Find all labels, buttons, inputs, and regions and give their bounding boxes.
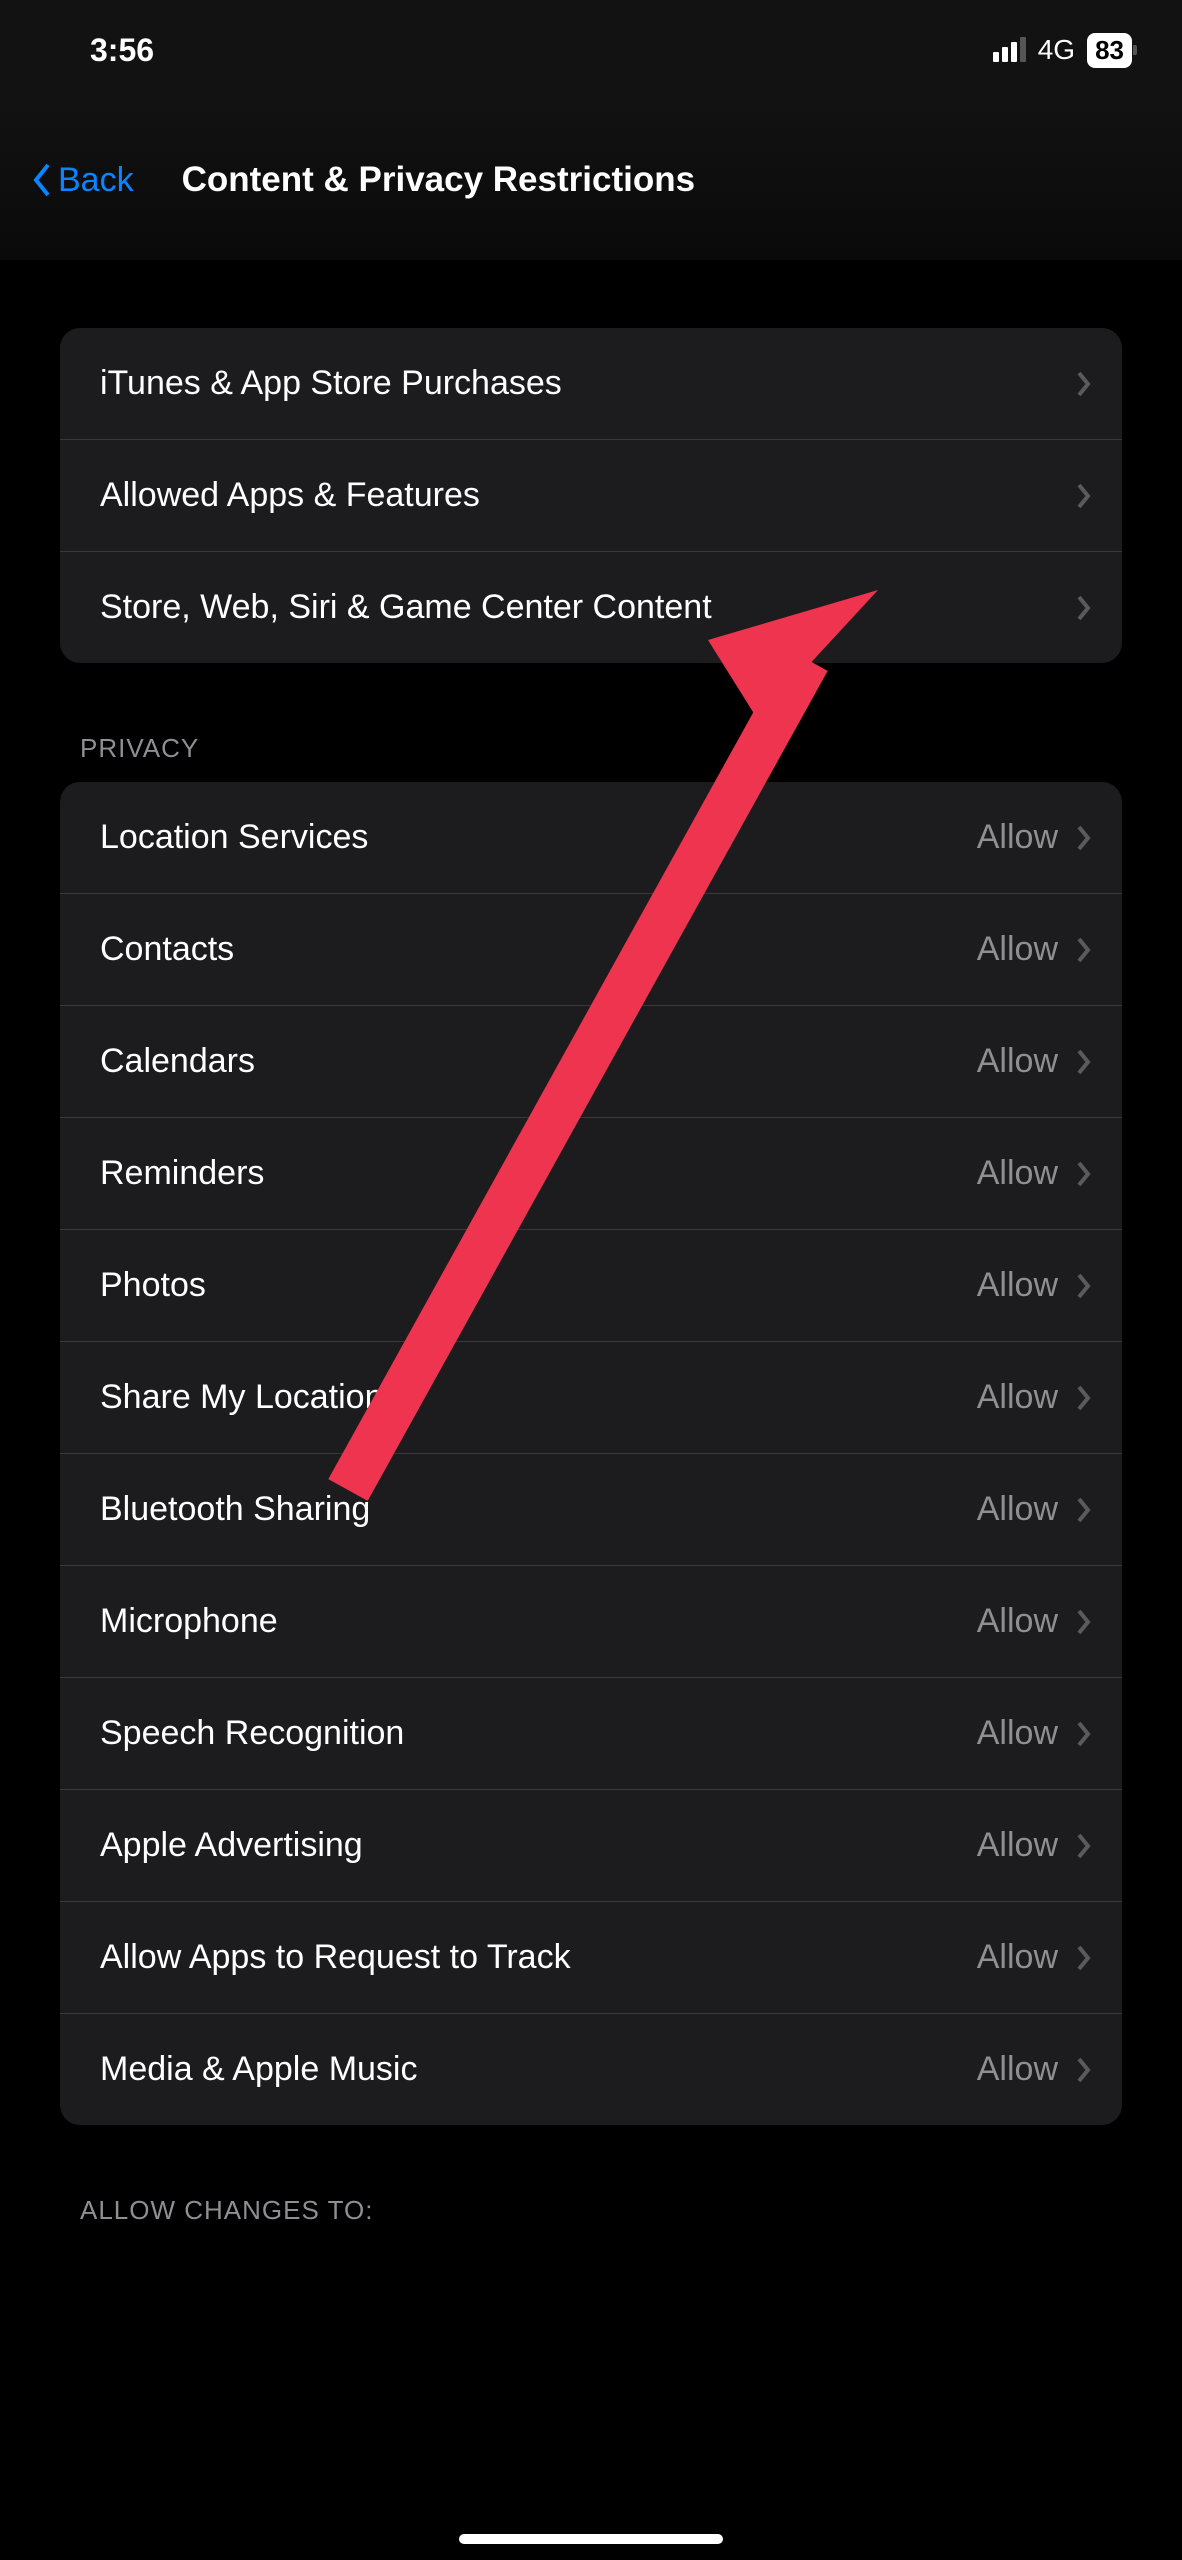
chevron-right-icon	[1076, 824, 1092, 852]
allowed-apps-item[interactable]: Allowed Apps & Features	[60, 440, 1122, 552]
item-label: Microphone	[100, 1602, 278, 1641]
calendars-item[interactable]: Calendars Allow	[60, 1006, 1122, 1118]
signal-icon	[993, 38, 1026, 62]
allow-changes-header: ALLOW CHANGES TO:	[60, 2195, 1122, 2244]
item-value: Allow	[977, 930, 1058, 969]
item-value: Allow	[977, 1602, 1058, 1641]
page-title: Content & Privacy Restrictions	[182, 160, 695, 200]
apple-advertising-item[interactable]: Apple Advertising Allow	[60, 1790, 1122, 1902]
chevron-right-icon	[1076, 594, 1092, 622]
item-label: Calendars	[100, 1042, 255, 1081]
content-restrictions-section: iTunes & App Store Purchases Allowed App…	[60, 328, 1122, 663]
item-label: Contacts	[100, 930, 234, 969]
status-time: 3:56	[90, 32, 154, 69]
chevron-right-icon	[1076, 1608, 1092, 1636]
battery-indicator: 83	[1087, 33, 1132, 68]
item-label: Allow Apps to Request to Track	[100, 1938, 571, 1977]
bluetooth-sharing-item[interactable]: Bluetooth Sharing Allow	[60, 1454, 1122, 1566]
item-value: Allow	[977, 1490, 1058, 1529]
chevron-right-icon	[1076, 936, 1092, 964]
chevron-right-icon	[1076, 1272, 1092, 1300]
item-label: Reminders	[100, 1154, 264, 1193]
allow-apps-track-item[interactable]: Allow Apps to Request to Track Allow	[60, 1902, 1122, 2014]
item-value: Allow	[977, 1154, 1058, 1193]
item-label: Location Services	[100, 818, 368, 857]
contacts-item[interactable]: Contacts Allow	[60, 894, 1122, 1006]
media-apple-music-item[interactable]: Media & Apple Music Allow	[60, 2014, 1122, 2125]
status-bar: 3:56 4G 83	[0, 0, 1182, 100]
chevron-right-icon	[1076, 1048, 1092, 1076]
reminders-item[interactable]: Reminders Allow	[60, 1118, 1122, 1230]
chevron-right-icon	[1076, 1496, 1092, 1524]
item-label: Allowed Apps & Features	[100, 476, 480, 515]
item-value: Allow	[977, 818, 1058, 857]
chevron-right-icon	[1076, 1944, 1092, 1972]
microphone-item[interactable]: Microphone Allow	[60, 1566, 1122, 1678]
chevron-right-icon	[1076, 1160, 1092, 1188]
home-indicator[interactable]	[459, 2534, 723, 2544]
item-value: Allow	[977, 2050, 1058, 2089]
content-area: iTunes & App Store Purchases Allowed App…	[0, 260, 1182, 2244]
photos-item[interactable]: Photos Allow	[60, 1230, 1122, 1342]
item-value: Allow	[977, 1826, 1058, 1865]
nav-header: Back Content & Privacy Restrictions	[0, 100, 1182, 260]
chevron-right-icon	[1076, 1720, 1092, 1748]
item-value: Allow	[977, 1378, 1058, 1417]
chevron-right-icon	[1076, 1832, 1092, 1860]
item-label: iTunes & App Store Purchases	[100, 364, 562, 403]
back-button[interactable]: Back	[30, 161, 134, 200]
speech-recognition-item[interactable]: Speech Recognition Allow	[60, 1678, 1122, 1790]
share-my-location-item[interactable]: Share My Location Allow	[60, 1342, 1122, 1454]
item-label: Bluetooth Sharing	[100, 1490, 370, 1529]
itunes-app-store-item[interactable]: iTunes & App Store Purchases	[60, 328, 1122, 440]
item-value: Allow	[977, 1042, 1058, 1081]
store-web-siri-item[interactable]: Store, Web, Siri & Game Center Content	[60, 552, 1122, 663]
allow-changes-section: ALLOW CHANGES TO:	[60, 2195, 1122, 2244]
content-restrictions-group: iTunes & App Store Purchases Allowed App…	[60, 328, 1122, 663]
location-services-item[interactable]: Location Services Allow	[60, 782, 1122, 894]
item-label: Apple Advertising	[100, 1826, 363, 1865]
privacy-group: Location Services Allow Contacts Allow C…	[60, 782, 1122, 2125]
privacy-section: PRIVACY Location Services Allow Contacts…	[60, 733, 1122, 2125]
chevron-right-icon	[1076, 370, 1092, 398]
chevron-back-icon	[30, 161, 52, 199]
item-value: Allow	[977, 1266, 1058, 1305]
chevron-right-icon	[1076, 2056, 1092, 2084]
item-label: Store, Web, Siri & Game Center Content	[100, 588, 712, 627]
back-label: Back	[58, 161, 134, 200]
network-label: 4G	[1038, 34, 1075, 66]
chevron-right-icon	[1076, 1384, 1092, 1412]
status-indicators: 4G 83	[993, 33, 1132, 68]
chevron-right-icon	[1076, 482, 1092, 510]
item-label: Share My Location	[100, 1378, 384, 1417]
privacy-header: PRIVACY	[60, 733, 1122, 782]
item-value: Allow	[977, 1938, 1058, 1977]
item-label: Speech Recognition	[100, 1714, 404, 1753]
item-label: Photos	[100, 1266, 206, 1305]
item-value: Allow	[977, 1714, 1058, 1753]
item-label: Media & Apple Music	[100, 2050, 418, 2089]
